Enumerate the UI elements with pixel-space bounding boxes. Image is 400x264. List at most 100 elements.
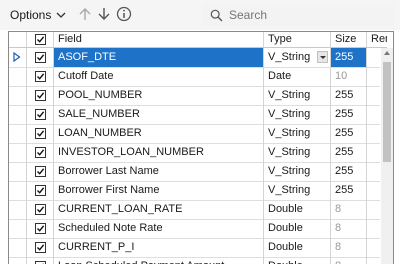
- checkbox-checked-icon[interactable]: [35, 90, 46, 101]
- field-type-cell[interactable]: V_String: [264, 86, 331, 105]
- row-indicator-cell[interactable]: [9, 162, 27, 181]
- row-checkbox-cell[interactable]: [27, 162, 54, 181]
- row-indicator-cell[interactable]: [9, 181, 27, 200]
- checkbox-checked-icon[interactable]: [35, 71, 46, 82]
- field-type-cell[interactable]: V_String: [264, 48, 331, 67]
- field-type-cell[interactable]: V_String: [264, 143, 331, 162]
- checkbox-checked-icon[interactable]: [35, 166, 46, 177]
- field-type-cell[interactable]: Double: [264, 219, 331, 238]
- field-size-cell[interactable]: 10: [331, 67, 367, 86]
- field-name-cell[interactable]: SALE_NUMBER: [54, 105, 264, 124]
- checkbox-checked-icon[interactable]: [35, 223, 46, 234]
- row-indicator-cell[interactable]: [9, 67, 27, 86]
- row-checkbox-cell[interactable]: [27, 105, 54, 124]
- checkbox-checked-icon[interactable]: [35, 147, 46, 158]
- checkbox-checked-icon[interactable]: [35, 204, 46, 215]
- field-name-cell[interactable]: Cutoff Date: [54, 67, 264, 86]
- row-checkbox-cell[interactable]: [27, 219, 54, 238]
- row-checkbox-cell[interactable]: [27, 86, 54, 105]
- checkbox-checked-icon[interactable]: [35, 52, 46, 63]
- toolbar: Options: [0, 0, 400, 30]
- column-header-size[interactable]: Size: [331, 32, 367, 47]
- options-menu-button[interactable]: Options: [10, 8, 66, 22]
- field-size-cell[interactable]: 8: [331, 200, 367, 219]
- field-type-cell[interactable]: V_String: [264, 105, 331, 124]
- table-row[interactable]: Borrower Last Name V_String 255: [9, 162, 380, 182]
- table-row[interactable]: Scheduled Note Rate Double 8: [9, 219, 380, 239]
- field-name-cell[interactable]: ASOF_DTE: [54, 48, 264, 67]
- field-type-cell[interactable]: Double: [264, 238, 331, 257]
- arrow-up-icon[interactable]: [77, 6, 93, 22]
- row-indicator-cell[interactable]: [9, 105, 27, 124]
- checkbox-checked-icon[interactable]: [35, 34, 46, 45]
- field-type-value: V_String: [268, 89, 311, 101]
- field-size-cell[interactable]: 255: [331, 105, 367, 124]
- scroll-up-icon[interactable]: [384, 51, 390, 55]
- field-size-cell[interactable]: 8: [331, 219, 367, 238]
- field-name-cell[interactable]: INVESTOR_LOAN_NUMBER: [54, 143, 264, 162]
- table-row[interactable]: CURRENT_LOAN_RATE Double 8: [9, 200, 380, 220]
- field-size-cell[interactable]: 255: [331, 143, 367, 162]
- checkbox-checked-icon[interactable]: [35, 109, 46, 120]
- field-type-value: V_String: [268, 165, 311, 177]
- table-row[interactable]: Borrower First Name V_String 255: [9, 181, 380, 201]
- field-type-cell[interactable]: Date: [264, 67, 331, 86]
- scrollbar-thumb[interactable]: [383, 62, 391, 162]
- field-name-cell[interactable]: Borrower First Name: [54, 181, 264, 200]
- row-indicator-cell[interactable]: [9, 238, 27, 257]
- table-row[interactable]: INVESTOR_LOAN_NUMBER V_String 255: [9, 143, 380, 163]
- vertical-scrollbar[interactable]: [381, 48, 393, 264]
- row-pointer-icon: [13, 52, 21, 62]
- field-name-cell[interactable]: CURRENT_LOAN_RATE: [54, 200, 264, 219]
- row-indicator-cell[interactable]: [9, 143, 27, 162]
- arrow-down-icon[interactable]: [96, 6, 112, 22]
- field-size-cell[interactable]: 255: [331, 86, 367, 105]
- field-size-cell[interactable]: 255: [331, 162, 367, 181]
- table-row[interactable]: SALE_NUMBER V_String 255: [9, 105, 380, 125]
- info-icon[interactable]: [116, 6, 132, 22]
- checkbox-checked-icon[interactable]: [35, 128, 46, 139]
- header-select-all[interactable]: [27, 32, 54, 47]
- field-type-cell[interactable]: V_String: [264, 181, 331, 200]
- table-row[interactable]: Cutoff Date Date 10: [9, 67, 380, 87]
- row-indicator-cell[interactable]: [9, 86, 27, 105]
- header-indicator-cell: [9, 32, 27, 47]
- row-indicator-cell[interactable]: [9, 219, 27, 238]
- column-header-rename[interactable]: Rename: [367, 32, 387, 47]
- table-row[interactable]: ASOF_DTE V_String 255: [9, 48, 380, 68]
- field-size-cell[interactable]: 255: [331, 48, 367, 67]
- dropdown-arrow-icon[interactable]: [317, 51, 328, 63]
- column-header-field[interactable]: Field: [54, 32, 264, 47]
- search-input[interactable]: [229, 8, 389, 22]
- field-size-cell[interactable]: 255: [331, 181, 367, 200]
- row-indicator-cell[interactable]: [9, 48, 27, 67]
- table-row[interactable]: POOL_NUMBER V_String 255: [9, 86, 380, 106]
- row-checkbox-cell[interactable]: [27, 200, 54, 219]
- row-indicator-cell[interactable]: [9, 200, 27, 219]
- field-type-cell[interactable]: V_String: [264, 162, 331, 181]
- row-checkbox-cell[interactable]: [27, 143, 54, 162]
- field-type-cell[interactable]: V_String: [264, 124, 331, 143]
- row-checkbox-cell[interactable]: [27, 48, 54, 67]
- field-name-cell[interactable]: CURRENT_P_I: [54, 238, 264, 257]
- row-indicator-cell[interactable]: [9, 124, 27, 143]
- field-name-cell[interactable]: Scheduled Note Rate: [54, 219, 264, 238]
- field-size-cell[interactable]: 255: [331, 124, 367, 143]
- field-size-cell[interactable]: 8: [331, 238, 367, 257]
- field-name-cell[interactable]: POOL_NUMBER: [54, 86, 264, 105]
- column-header-type[interactable]: Type: [264, 32, 331, 47]
- search-box[interactable]: [202, 4, 394, 26]
- table-row[interactable]: CURRENT_P_I Double 8: [9, 238, 380, 258]
- checkbox-checked-icon[interactable]: [35, 242, 46, 253]
- field-name-cell[interactable]: Borrower Last Name: [54, 162, 264, 181]
- checkbox-checked-icon[interactable]: [35, 185, 46, 196]
- field-type-value: V_String: [268, 108, 311, 120]
- field-type-cell[interactable]: Double: [264, 200, 331, 219]
- table-row[interactable]: LOAN_NUMBER V_String 255: [9, 124, 380, 144]
- row-checkbox-cell[interactable]: [27, 181, 54, 200]
- row-checkbox-cell[interactable]: [27, 124, 54, 143]
- row-checkbox-cell[interactable]: [27, 238, 54, 257]
- row-checkbox-cell[interactable]: [27, 67, 54, 86]
- fields-grid: Field Type Size Rename ASOF_DTE V_String 2…: [8, 31, 394, 264]
- field-name-cell[interactable]: LOAN_NUMBER: [54, 124, 264, 143]
